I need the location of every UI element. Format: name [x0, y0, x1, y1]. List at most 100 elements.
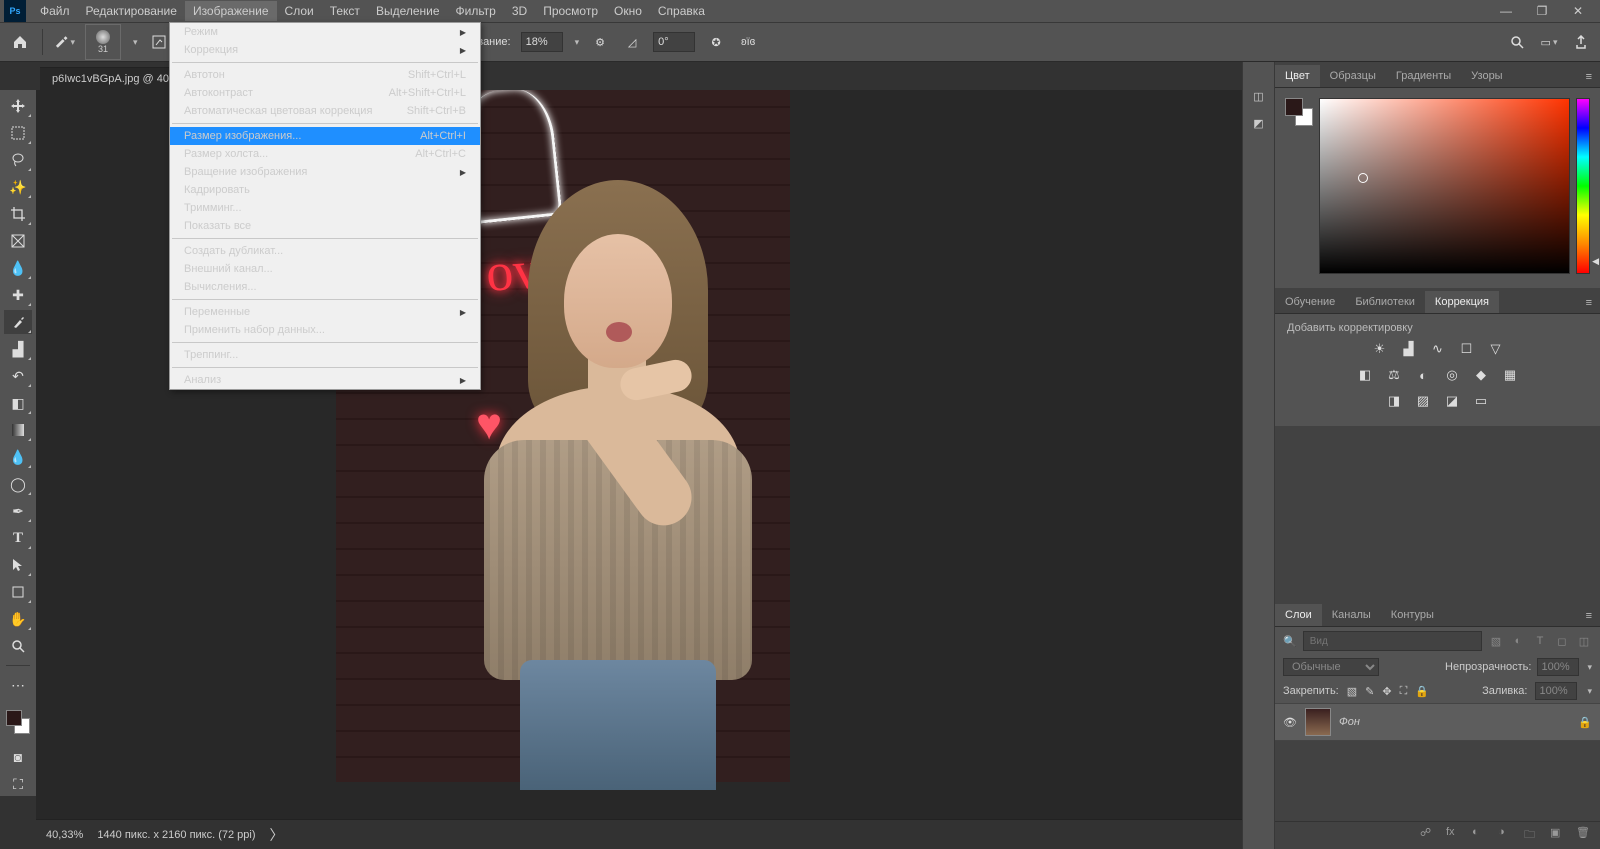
butterfly-icon[interactable]: ʚїɞ [737, 31, 759, 53]
panel-tab[interactable]: Узоры [1461, 65, 1512, 87]
gradient-tool[interactable] [4, 418, 32, 442]
panel-tab[interactable]: Контуры [1381, 604, 1444, 626]
panel-tab[interactable]: Библиотеки [1345, 291, 1425, 313]
history-brush-tool[interactable]: ↶ [4, 364, 32, 388]
brush-preset[interactable]: 31 [85, 24, 121, 60]
color-field[interactable] [1319, 98, 1570, 274]
lock-pos-icon[interactable]: ✥ [1382, 685, 1391, 698]
type-tool[interactable]: T [4, 526, 32, 550]
menu-item[interactable]: Размер изображения...Alt+Ctrl+I [170, 127, 480, 145]
menu-Выделение[interactable]: Выделение [368, 1, 448, 21]
stamp-tool[interactable]: ▟ [4, 337, 32, 361]
trash-icon[interactable]: 🗑 [1576, 826, 1592, 845]
filter-smart-icon[interactable]: ◫ [1576, 633, 1592, 649]
invert-icon[interactable]: ◨ [1385, 392, 1403, 410]
blur-tool[interactable]: 💧 [4, 445, 32, 469]
menu-item[interactable]: Тримминг... [170, 199, 480, 217]
lock-artboard-icon[interactable]: ⛶ [1400, 685, 1408, 698]
quickmask-tool[interactable]: ◙ [4, 745, 32, 769]
levels-icon[interactable]: ▟ [1400, 340, 1418, 358]
menu-item[interactable]: Внешний канал... [170, 260, 480, 278]
dodge-tool[interactable]: ◯ [4, 472, 32, 496]
minimize-button[interactable]: — [1488, 0, 1524, 22]
menu-item[interactable]: Размер холста...Alt+Ctrl+C [170, 145, 480, 163]
panel-tab[interactable]: Каналы [1322, 604, 1381, 626]
lock-trans-icon[interactable]: ▧ [1347, 685, 1357, 698]
menu-Справка[interactable]: Справка [650, 1, 713, 21]
fx-icon[interactable]: fx [1446, 826, 1462, 845]
hsl-icon[interactable]: ◧ [1356, 366, 1374, 384]
layout-icon[interactable]: ▭▾ [1538, 31, 1560, 53]
layer-filter-input[interactable] [1303, 631, 1482, 651]
posterize-icon[interactable]: ▨ [1414, 392, 1432, 410]
hue-slider[interactable] [1576, 98, 1590, 274]
share-icon[interactable] [1570, 31, 1592, 53]
move-tool[interactable] [4, 94, 32, 118]
shape-tool[interactable] [4, 580, 32, 604]
brush-tool[interactable] [4, 310, 32, 334]
panel-tab[interactable]: Цвет [1275, 65, 1320, 87]
menu-item[interactable]: Вращение изображения [170, 163, 480, 181]
pen-tool[interactable]: ✒ [4, 499, 32, 523]
colbal-icon[interactable]: ⚖ [1385, 366, 1403, 384]
exposure-icon[interactable]: ☐ [1458, 340, 1476, 358]
frame-tool[interactable] [4, 229, 32, 253]
hand-tool[interactable]: ✋ [4, 607, 32, 631]
heal-tool[interactable]: ✚ [4, 283, 32, 307]
color-swatches[interactable] [4, 708, 32, 736]
new-fill-icon[interactable]: ◑ [1498, 826, 1514, 845]
lut-icon[interactable]: ▦ [1501, 366, 1519, 384]
menu-item[interactable]: Вычисления... [170, 278, 480, 296]
lock-paint-icon[interactable]: ✎ [1365, 685, 1374, 698]
layer-thumbnail[interactable] [1305, 708, 1331, 736]
vibrance-icon[interactable]: ▽ [1487, 340, 1505, 358]
chmix-icon[interactable]: ◆ [1472, 366, 1490, 384]
angle-input[interactable] [653, 32, 695, 52]
new-layer-icon[interactable]: ▣ [1550, 826, 1566, 845]
menu-Файл[interactable]: Файл [32, 1, 78, 21]
filter-adjlayer-icon[interactable]: ◐ [1510, 633, 1526, 649]
mask-icon[interactable]: ◐ [1472, 826, 1488, 845]
menu-Редактирование[interactable]: Редактирование [78, 1, 185, 21]
path-select-tool[interactable] [4, 553, 32, 577]
crop-tool[interactable] [4, 202, 32, 226]
menu-3D[interactable]: 3D [504, 1, 535, 21]
menu-item[interactable]: Автоматическая цветовая коррекцияShift+C… [170, 102, 480, 120]
menu-Окно[interactable]: Окно [606, 1, 650, 21]
brush-panel-icon[interactable] [148, 31, 170, 53]
lock-all-icon[interactable]: 🔒 [1415, 685, 1429, 698]
fill-input[interactable] [1535, 682, 1577, 700]
menu-Слои[interactable]: Слои [277, 1, 322, 21]
wand-tool[interactable]: ✨ [4, 175, 32, 199]
maximize-button[interactable]: ❐ [1524, 0, 1560, 22]
panel-menu-icon[interactable]: ≡ [1578, 606, 1600, 626]
search-icon[interactable] [1506, 31, 1528, 53]
photo-filter-icon[interactable]: ◎ [1443, 366, 1461, 384]
eyedropper-tool[interactable]: 💧 [4, 256, 32, 280]
zoom-tool[interactable] [4, 634, 32, 658]
gear-icon[interactable]: ⚙ [589, 31, 611, 53]
menu-Фильтр[interactable]: Фильтр [448, 1, 504, 21]
gradmap-icon[interactable]: ▭ [1472, 392, 1490, 410]
menu-item[interactable]: Анализ [170, 371, 480, 389]
document-tab[interactable]: p6Iwc1vBGpA.jpg @ 40 [40, 67, 181, 90]
menu-item[interactable]: Создать дубликат... [170, 242, 480, 260]
layer-row[interactable]: 👁 Фон 🔒 [1275, 703, 1600, 741]
menu-item[interactable]: Режим [170, 23, 480, 41]
opacity-input[interactable] [1537, 658, 1579, 676]
blend-mode-select[interactable]: Обычные [1283, 658, 1379, 676]
menu-Текст[interactable]: Текст [322, 1, 368, 21]
collapsed-panel-icon[interactable]: ◫ [1253, 90, 1263, 103]
panel-menu-icon[interactable]: ≡ [1578, 67, 1600, 87]
zoom-level[interactable]: 40,33% [46, 829, 83, 841]
panel-tab[interactable]: Образцы [1320, 65, 1386, 87]
filter-type-icon[interactable]: T [1532, 633, 1548, 649]
filter-pixlayer-icon[interactable]: ▧ [1488, 633, 1504, 649]
layer-name[interactable]: Фон [1339, 716, 1360, 728]
lasso-tool[interactable] [4, 148, 32, 172]
panel-tab[interactable]: Обучение [1275, 291, 1345, 313]
angle-icon[interactable]: ◿ [621, 31, 643, 53]
panel-tab[interactable]: Коррекция [1425, 291, 1499, 313]
home-icon[interactable] [8, 30, 32, 54]
screenmode-tool[interactable]: ⛶ [4, 772, 32, 796]
